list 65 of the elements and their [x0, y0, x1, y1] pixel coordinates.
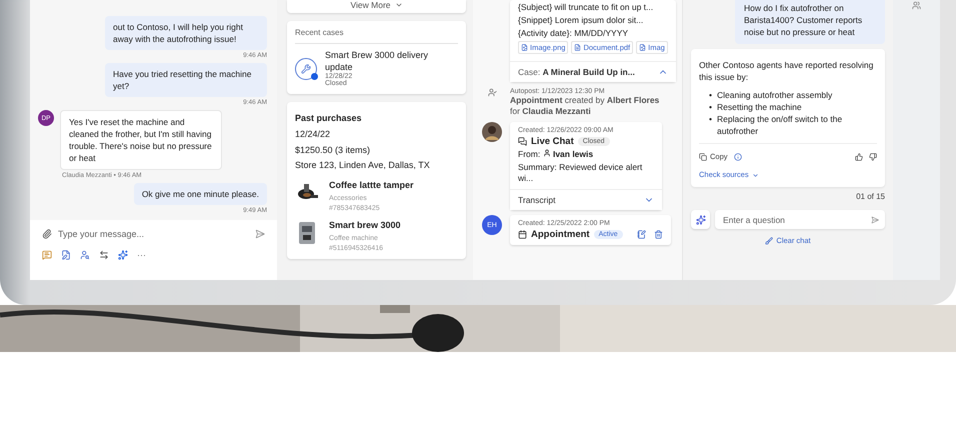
answer-text: Other Contoso agents have reported resolving this issue by: [699, 59, 874, 83]
sparkle-icon[interactable] [118, 250, 128, 260]
message-bubble: Yes I've reset the machine and cleaned the frother, but I'm still having trouble. There's noise but no pressure or heat [60, 110, 222, 170]
person-icon [542, 149, 551, 158]
chevron-down-icon [752, 172, 759, 178]
send-icon[interactable] [871, 216, 879, 224]
card-title: Past purchases [295, 113, 363, 126]
question-input[interactable]: Enter a question [721, 214, 871, 226]
question-bubble: How do I fix autofrother on Barista1400? Customer reports noise but no pressure or heat [735, 0, 885, 44]
thumbs-up-icon[interactable] [855, 152, 863, 160]
people-icon[interactable] [912, 1, 921, 10]
email-line: {Snippet} Lorem ipsum dolor sit... [518, 15, 644, 26]
entry-title: Live Chat [531, 136, 574, 148]
delete-icon[interactable] [654, 230, 663, 240]
purchase-date: 12/24/22 [295, 129, 332, 141]
case-toggle[interactable]: Case: A Mineral Build Up in... [510, 61, 676, 82]
email-line: {Subject} will truncate to fit on up t... [518, 2, 654, 14]
autopost-text: Appointment created by Albert Flores for Claudia Mezzanti [510, 95, 660, 118]
card-title: Recent cases [295, 28, 344, 37]
summary-text: Summary: Reviewed device alert wi... [518, 162, 644, 184]
swap-icon[interactable] [99, 250, 109, 260]
product-name[interactable]: Smart brew 3000 [329, 220, 401, 232]
answer-bullet: Resetting the machine [716, 101, 802, 113]
image-file-icon [639, 44, 646, 52]
purchase-store: Store 123, Linden Ave, Dallas, TX [295, 160, 431, 172]
message-bubble: Ok give me one minute please. [134, 183, 267, 205]
message-input[interactable]: Type your message... [56, 228, 251, 240]
answer-bullet: Replacing the on/off switch to the autofrother [716, 113, 844, 137]
copy-icon [699, 152, 707, 160]
note-icon[interactable] [42, 250, 52, 260]
view-more-button[interactable]: View More [287, 0, 466, 13]
send-icon[interactable] [255, 229, 265, 239]
answer-bullet: Cleaning autofrother assembly [716, 89, 832, 101]
image-file-icon [521, 44, 528, 52]
sparkle-icon [696, 214, 706, 224]
message-bubble: out to Contoso, I will help you right away with the autofrothing issue! [105, 16, 267, 50]
purchase-total: $1250.50 (3 items) [295, 144, 372, 156]
email-line: {Activity date}: MM/DD/YYYY [518, 28, 630, 40]
edit-icon[interactable] [636, 230, 646, 240]
document-icon [574, 44, 582, 52]
chat-icon [518, 137, 527, 146]
transcript-toggle[interactable]: Transcript [510, 189, 662, 210]
entry-title: Appointment [531, 229, 590, 240]
more-button[interactable]: ··· [137, 250, 146, 260]
message-bubble: Have you tried resetting the machine yet? [105, 63, 267, 97]
attach-icon[interactable] [42, 229, 52, 239]
bullet-marker: • [709, 113, 712, 126]
question-field[interactable]: Enter a question [715, 210, 885, 229]
bullet-marker: • [709, 101, 712, 113]
calendar-icon [518, 230, 527, 240]
user-search-icon[interactable] [80, 250, 90, 260]
copilot-button[interactable] [691, 210, 710, 229]
from-line: From: Ivan lewis [518, 149, 594, 160]
info-icon[interactable] [734, 152, 742, 160]
broom-icon [765, 236, 774, 244]
case-title[interactable]: Smart Brew 3000 delivery update [325, 50, 458, 74]
answer-counter: 01 of 15 [855, 192, 885, 201]
bullet-marker: • [709, 89, 712, 101]
autopost-icon [488, 88, 496, 98]
status-dot [311, 72, 318, 80]
chevron-down-icon [394, 1, 402, 9]
product-name[interactable]: Coffee lattte tamper [329, 180, 414, 192]
wrench-icon [301, 64, 311, 74]
thumbs-down-icon[interactable] [869, 152, 877, 160]
form-icon[interactable] [61, 250, 71, 260]
